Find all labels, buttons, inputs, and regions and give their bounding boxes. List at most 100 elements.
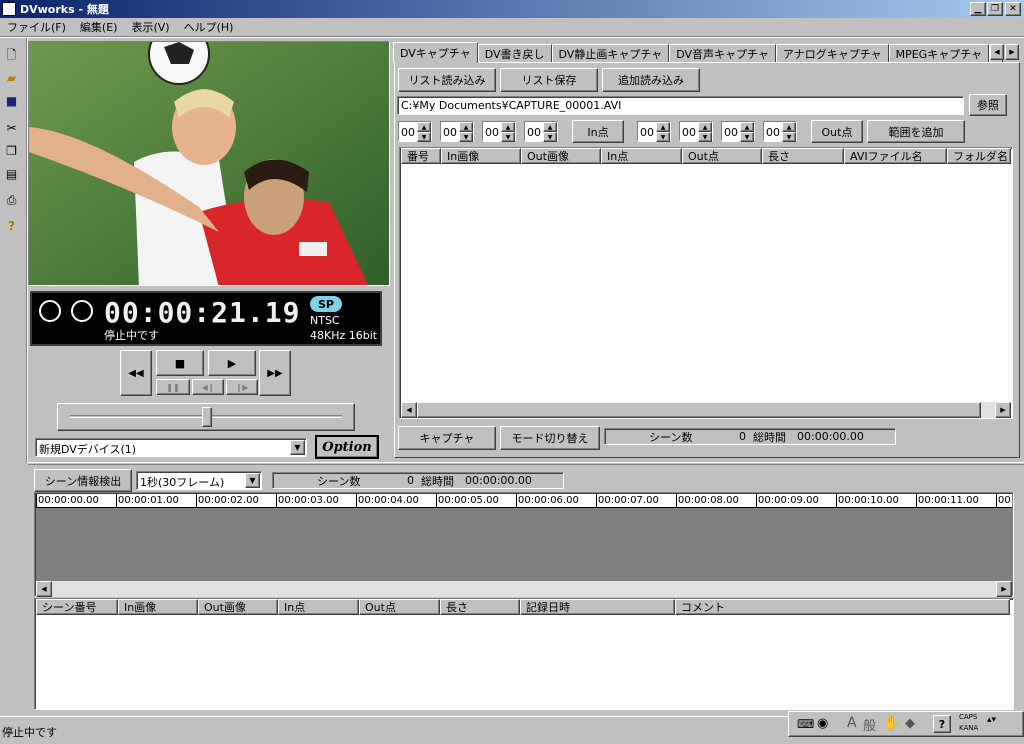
step-forward-button[interactable]: ❙▶ <box>226 379 258 395</box>
ime-input-mode[interactable]: A <box>847 715 857 731</box>
col-scene-out-point[interactable]: Out点 <box>359 599 440 615</box>
rewind-button[interactable]: ◀◀ <box>120 350 152 396</box>
spin-down-icon[interactable]: ▼ <box>782 132 796 142</box>
cut-icon[interactable]: ✂ <box>3 120 20 136</box>
minimize-button[interactable]: ▁ <box>970 2 986 16</box>
device-select[interactable]: 新規DVデバイス(1) ▼ <box>35 438 307 457</box>
spin-down-icon[interactable]: ▼ <box>656 132 670 142</box>
col-scene-number[interactable]: シーン番号 <box>36 599 118 615</box>
spin-down-icon[interactable]: ▼ <box>698 132 712 142</box>
spin-up-icon[interactable]: ▲ <box>782 122 796 132</box>
spin-up-icon[interactable]: ▲ <box>698 122 712 132</box>
capture-button[interactable]: キャプチャ <box>398 426 496 450</box>
capture-list-scrollbar[interactable]: ◀ ▶ <box>401 402 1011 418</box>
col-out-image[interactable]: Out画像 <box>521 148 601 164</box>
paste-icon[interactable]: ▤ <box>3 166 20 182</box>
set-out-point-button[interactable]: Out点 <box>811 120 863 143</box>
col-scene-comment[interactable]: コメント <box>675 599 1010 615</box>
spin-up-icon[interactable]: ▲ <box>656 122 670 132</box>
list-load-button[interactable]: リスト読み込み <box>398 68 496 92</box>
mode-switch-button[interactable]: モード切り替え <box>500 426 600 450</box>
scroll-right-icon[interactable]: ▶ <box>995 402 1011 418</box>
tab-dv-still-capture[interactable]: DV静止画キャプチャ <box>551 44 670 63</box>
spin-down-icon[interactable]: ▼ <box>417 132 431 142</box>
col-scene-recorded-at[interactable]: 記録日時 <box>520 599 675 615</box>
spin-up-icon[interactable]: ▲ <box>417 122 431 132</box>
detect-scenes-button[interactable]: シーン情報検出 <box>34 469 132 492</box>
ime-help-icon[interactable]: ? <box>933 715 951 733</box>
tab-analog-capture[interactable]: アナログキャプチャ <box>775 44 889 63</box>
ime-conversion-mode[interactable]: 般 <box>863 715 876 734</box>
spin-up-icon[interactable]: ▲ <box>740 122 754 132</box>
add-range-button[interactable]: 範囲を追加 <box>867 120 965 143</box>
in-hours-spinner[interactable]: 00 ▲ ▼ <box>398 121 432 142</box>
ime-tool-icon[interactable]: ✋ <box>883 716 899 731</box>
out-hours-spinner[interactable]: 00 ▲ ▼ <box>637 121 671 142</box>
spin-up-icon[interactable]: ▲ <box>501 122 515 132</box>
col-scene-in-point[interactable]: In点 <box>278 599 359 615</box>
tab-dv-writeback[interactable]: DV書き戻し <box>477 44 552 63</box>
help-icon[interactable]: ? <box>3 218 20 234</box>
scroll-left-icon[interactable]: ◀ <box>36 581 52 597</box>
slider-thumb[interactable] <box>202 407 212 427</box>
stop-button[interactable]: ■ <box>156 350 204 376</box>
menu-help[interactable]: ヘルプ(H) <box>177 19 241 35</box>
file-path-input[interactable]: C:¥My Documents¥CAPTURE_00001.AVI <box>397 96 964 115</box>
pane-splitter[interactable] <box>28 462 1024 465</box>
out-minutes-spinner[interactable]: 00 ▲ ▼ <box>679 121 713 142</box>
spin-down-icon[interactable]: ▼ <box>459 132 473 142</box>
save-icon[interactable]: ■ <box>3 93 20 109</box>
timeline-scrollbar[interactable]: ◀ ▶ <box>36 581 1012 597</box>
pause-button[interactable]: ❚❚ <box>156 379 190 395</box>
in-seconds-spinner[interactable]: 00 ▲ ▼ <box>482 121 516 142</box>
col-length[interactable]: 長さ <box>762 148 844 164</box>
out-frames-spinner[interactable]: 00 ▲ ▼ <box>763 121 797 142</box>
browse-button[interactable]: 参照 <box>969 94 1007 116</box>
chevron-down-icon[interactable]: ▼ <box>290 440 305 455</box>
in-minutes-spinner[interactable]: 00 ▲ ▼ <box>440 121 474 142</box>
chevron-down-icon[interactable]: ▼ <box>245 473 260 488</box>
out-seconds-spinner[interactable]: 00 ▲ ▼ <box>721 121 755 142</box>
menu-file[interactable]: ファイル(F) <box>0 19 73 35</box>
spin-down-icon[interactable]: ▼ <box>543 132 557 142</box>
play-button[interactable]: ▶ <box>208 350 256 376</box>
tab-scroll-right-icon[interactable]: ▶ <box>1005 44 1019 60</box>
add-load-button[interactable]: 追加読み込み <box>602 68 700 92</box>
in-frames-spinner[interactable]: 00 ▲ ▼ <box>524 121 558 142</box>
open-folder-icon[interactable]: ▰ <box>3 70 20 86</box>
scroll-left-icon[interactable]: ◀ <box>401 402 417 418</box>
col-scene-in-image[interactable]: In画像 <box>118 599 198 615</box>
copy-icon[interactable]: ❐ <box>3 143 20 159</box>
menu-edit[interactable]: 編集(E) <box>73 19 125 35</box>
new-file-icon[interactable]: 🗋 <box>3 48 20 64</box>
ime-mode-icon[interactable]: ◉ <box>817 716 828 731</box>
step-back-button[interactable]: ◀❙ <box>192 379 224 395</box>
col-number[interactable]: 番号 <box>401 148 441 164</box>
spin-down-icon[interactable]: ▼ <box>740 132 754 142</box>
print-icon[interactable]: ⎙ <box>3 192 20 208</box>
capture-list[interactable] <box>399 147 1013 419</box>
keyboard-icon[interactable]: ⌨ <box>797 717 814 731</box>
tray-chevron-icon[interactable]: ▴▾ <box>987 715 996 725</box>
spin-up-icon[interactable]: ▲ <box>459 122 473 132</box>
list-save-button[interactable]: リスト保存 <box>500 68 598 92</box>
set-in-point-button[interactable]: In点 <box>572 120 624 143</box>
spin-up-icon[interactable]: ▲ <box>543 122 557 132</box>
menu-view[interactable]: 表示(V) <box>124 19 176 35</box>
tab-scroll-left-icon[interactable]: ◀ <box>990 44 1004 60</box>
tab-mpeg-capture[interactable]: MPEGキャプチャ <box>888 44 990 63</box>
col-avi-filename[interactable]: AVIファイル名 <box>844 148 947 164</box>
option-button[interactable]: Option <box>315 435 379 459</box>
col-scene-out-image[interactable]: Out画像 <box>198 599 278 615</box>
col-out-point[interactable]: Out点 <box>682 148 762 164</box>
col-in-image[interactable]: In画像 <box>441 148 521 164</box>
ime-pad-icon[interactable]: ◆ <box>905 716 915 731</box>
tab-dv-audio-capture[interactable]: DV音声キャプチャ <box>669 44 776 63</box>
scroll-right-icon[interactable]: ▶ <box>996 581 1012 597</box>
tab-dv-capture[interactable]: DVキャプチャ <box>393 42 478 63</box>
spin-down-icon[interactable]: ▼ <box>501 132 515 142</box>
col-scene-length[interactable]: 長さ <box>440 599 520 615</box>
restore-button[interactable]: ❐ <box>987 2 1003 16</box>
interval-select[interactable]: 1秒(30フレーム) ▼ <box>136 471 262 490</box>
close-button[interactable]: ✕ <box>1005 2 1021 16</box>
